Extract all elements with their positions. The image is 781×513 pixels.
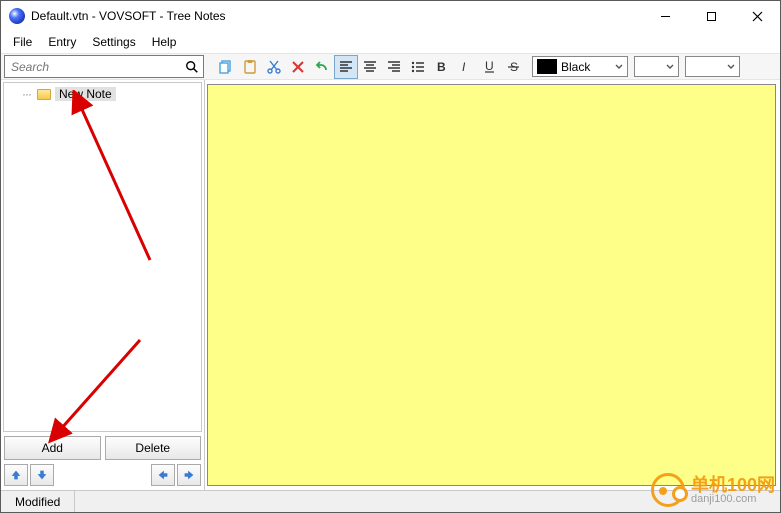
menu-help[interactable]: Help — [144, 32, 185, 52]
delete-text-button[interactable] — [286, 55, 310, 79]
move-up-button[interactable] — [4, 464, 28, 486]
app-icon — [9, 8, 25, 24]
bold-button[interactable]: B — [430, 55, 454, 79]
next-button[interactable] — [177, 464, 201, 486]
move-down-button[interactable] — [30, 464, 54, 486]
sidebar: ··· New Note Add Delete — [1, 80, 205, 490]
copy-button[interactable] — [214, 55, 238, 79]
window-title: Default.vtn - VOVSOFT - Tree Notes — [31, 9, 226, 23]
menu-file[interactable]: File — [5, 32, 40, 52]
undo-button[interactable] — [310, 55, 334, 79]
maximize-button[interactable] — [688, 1, 734, 31]
statusbar: Modified — [1, 490, 780, 512]
paste-button[interactable] — [238, 55, 262, 79]
tree-node-label: New Note — [55, 87, 116, 101]
titlebar: Default.vtn - VOVSOFT - Tree Notes — [1, 1, 780, 31]
menubar: File Entry Settings Help — [1, 31, 780, 53]
tree-view[interactable]: ··· New Note — [3, 82, 202, 432]
search-input[interactable] — [5, 60, 181, 74]
menu-settings[interactable]: Settings — [84, 32, 143, 52]
italic-button[interactable]: I — [454, 55, 478, 79]
svg-text:B: B — [437, 60, 446, 74]
delete-button[interactable]: Delete — [105, 436, 202, 460]
font-color-select[interactable]: Black — [532, 56, 628, 77]
status-modified: Modified — [1, 491, 75, 512]
font-family-select[interactable] — [634, 56, 679, 77]
tree-connector-icon: ··· — [22, 87, 31, 101]
color-label: Black — [561, 60, 611, 74]
toolbar: B I U S Black — [1, 53, 780, 80]
search-box[interactable] — [4, 55, 204, 78]
svg-text:U: U — [485, 59, 494, 73]
font-size-select[interactable] — [685, 56, 740, 77]
prev-button[interactable] — [151, 464, 175, 486]
menu-entry[interactable]: Entry — [40, 32, 84, 52]
note-editor[interactable] — [207, 84, 776, 486]
minimize-button[interactable] — [642, 1, 688, 31]
bullet-list-button[interactable] — [406, 55, 430, 79]
close-button[interactable] — [734, 1, 780, 31]
chevron-down-icon — [615, 60, 623, 74]
align-left-button[interactable] — [334, 55, 358, 79]
color-swatch-icon — [537, 59, 557, 74]
align-center-button[interactable] — [358, 55, 382, 79]
chevron-down-icon — [666, 60, 674, 74]
tree-node[interactable]: ··· New Note — [22, 87, 116, 101]
chevron-down-icon — [727, 60, 735, 74]
underline-button[interactable]: U — [478, 55, 502, 79]
add-button[interactable]: Add — [4, 436, 101, 460]
align-right-button[interactable] — [382, 55, 406, 79]
strikethrough-button[interactable]: S — [502, 55, 526, 79]
cut-button[interactable] — [262, 55, 286, 79]
search-icon[interactable] — [181, 60, 203, 74]
folder-icon — [37, 89, 51, 100]
svg-text:I: I — [462, 60, 466, 74]
